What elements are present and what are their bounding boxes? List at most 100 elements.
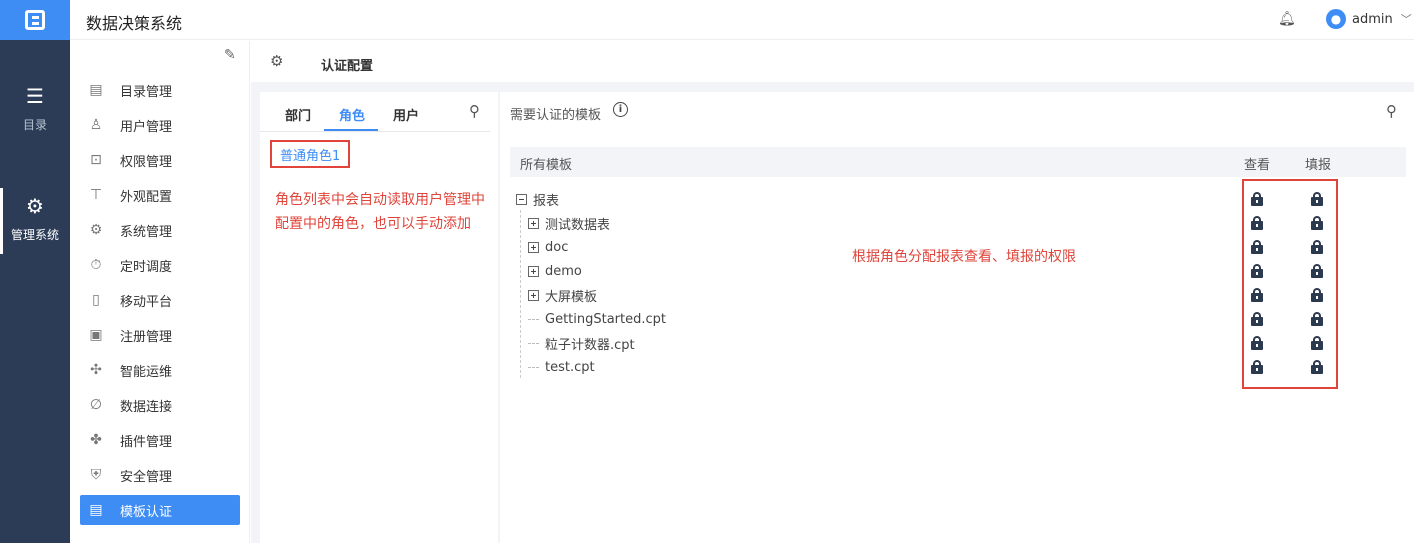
menu-item-label: 安全管理 [120, 469, 173, 485]
tree-node-folder[interactable]: demo [528, 259, 582, 283]
brush-icon: ⊤ [89, 187, 103, 203]
list-icon: ☰ [26, 84, 44, 108]
menu-item-ops[interactable]: ✣ 智能运维 [80, 355, 240, 385]
menu-item-label: 外观配置 [120, 189, 173, 205]
tab-user[interactable]: 用户 [393, 105, 419, 124]
menu-item-label: 目录管理 [120, 84, 173, 100]
search-icon[interactable]: ⚲ [469, 102, 480, 120]
tree-node-label: 粒子计数器.cpt [545, 337, 635, 353]
tree-node-file[interactable]: 粒子计数器.cpt [528, 331, 635, 355]
tree-node-folder[interactable]: doc [528, 235, 568, 259]
tree-node-label: GettingStarted.cpt [545, 311, 667, 327]
expand-icon[interactable] [528, 241, 539, 253]
menu-item-register[interactable]: ▣ 注册管理 [80, 320, 240, 350]
menu-item-catalog[interactable]: ▤ 目录管理 [80, 75, 240, 105]
gear-icon: ⚙ [270, 52, 284, 70]
fill-lock-icon[interactable] [1311, 192, 1323, 206]
logo-mark-icon [25, 10, 45, 30]
lock-icon: ⊡ [90, 152, 102, 168]
tree-node-label: demo [545, 263, 582, 279]
tree-node-folder[interactable]: 大屏模板 [528, 283, 597, 307]
column-header-fill: 填报 [1305, 158, 1332, 173]
role-annotation: 角色列表中会自动读取用户管理中 配置中的角色，也可以手动添加 [275, 188, 485, 236]
menu-item-mobile[interactable]: ▯ 移动平台 [80, 285, 240, 315]
collapse-icon[interactable] [516, 193, 527, 205]
content-header: ⚙ 认证配置 [251, 41, 1414, 82]
tab-department[interactable]: 部门 [285, 105, 311, 124]
info-icon[interactable]: i [613, 102, 628, 117]
username: admin [1352, 11, 1393, 27]
fill-lock-icon[interactable] [1311, 312, 1323, 326]
user-menu[interactable]: ● admin ﹀ [1326, 9, 1412, 29]
tree-connector [528, 342, 539, 344]
view-lock-icon[interactable] [1251, 192, 1263, 206]
app-title: 数据决策系统 [86, 14, 183, 33]
role-panel: 部门 角色 用户 ⚲ 普通角色1 角色列表中会自动读取用户管理中 配置中的角色，… [260, 92, 498, 543]
menu-item-label: 数据连接 [120, 399, 173, 415]
tree-node-label: 大屏模板 [545, 289, 598, 305]
menu-item-label: 权限管理 [120, 154, 173, 170]
rail-item-admin-system[interactable]: ⚙ 管理系统 [0, 188, 70, 254]
menu-item-plugins[interactable]: ✤ 插件管理 [80, 425, 240, 455]
tree-connector [528, 366, 539, 368]
menu-item-label: 系统管理 [120, 224, 173, 240]
view-lock-icon[interactable] [1251, 360, 1263, 374]
app-logo[interactable] [0, 0, 70, 40]
role-item[interactable]: 普通角色1 [270, 140, 351, 168]
mobile-icon: ▯ [92, 292, 100, 308]
plugin-icon: ✤ [90, 432, 102, 448]
template-panel-title: 需要认证的模板 [510, 108, 602, 123]
menu-item-label: 用户管理 [120, 119, 173, 135]
view-lock-icon[interactable] [1251, 312, 1263, 326]
view-lock-icon[interactable] [1251, 216, 1263, 230]
tree-node-label: doc [545, 239, 569, 255]
link-icon: ∅ [89, 397, 103, 413]
menu-item-schedule[interactable]: ⏱ 定时调度 [80, 250, 240, 280]
menu-item-template-auth[interactable]: ▤ 模板认证 [80, 495, 240, 525]
fill-lock-icon[interactable] [1311, 288, 1323, 302]
menu-item-label: 注册管理 [120, 329, 173, 345]
menu-item-system[interactable]: ⚙ 系统管理 [80, 215, 240, 245]
catalog-icon: ▤ [89, 82, 103, 98]
menu-item-label: 移动平台 [120, 294, 173, 310]
template-icon: ▤ [89, 502, 103, 518]
avatar: ● [1326, 9, 1346, 29]
tree-node-folder[interactable]: 测试数据表 [528, 211, 610, 235]
tab-role[interactable]: 角色 [339, 105, 365, 124]
annotation-line: 配置中的角色，也可以手动添加 [275, 216, 471, 232]
user-icon: ♙ [89, 117, 103, 133]
fill-lock-icon[interactable] [1311, 240, 1323, 254]
menu-item-permissions[interactable]: ⊡ 权限管理 [80, 145, 240, 175]
expand-icon[interactable] [528, 289, 539, 301]
tree-node-file[interactable]: test.cpt [528, 355, 595, 379]
fill-lock-icon[interactable] [1311, 264, 1323, 278]
pin-icon[interactable]: ✎ [224, 47, 236, 63]
network-icon: ✣ [90, 362, 102, 378]
tree-node-label: 报表 [533, 193, 560, 209]
expand-icon[interactable] [528, 265, 539, 277]
view-lock-icon[interactable] [1251, 240, 1263, 254]
bell-icon[interactable]: 🔔︎ [1278, 11, 1296, 27]
fill-lock-icon[interactable] [1311, 216, 1323, 230]
rail-item-label: 管理系统 [10, 228, 59, 242]
rail-item-catalog[interactable]: ☰ 目录 [0, 84, 70, 144]
expand-icon[interactable] [528, 217, 539, 229]
view-lock-icon[interactable] [1251, 288, 1263, 302]
view-lock-icon[interactable] [1251, 336, 1263, 350]
menu-item-users[interactable]: ♙ 用户管理 [80, 110, 240, 140]
shield-icon: ⛨ [90, 467, 102, 483]
view-lock-icon[interactable] [1251, 264, 1263, 278]
search-icon[interactable]: ⚲ [1386, 102, 1397, 120]
app-rail: ☰ 目录 ⚙ 管理系统 [0, 0, 70, 543]
fill-lock-icon[interactable] [1311, 360, 1323, 374]
menu-item-security[interactable]: ⛨ 安全管理 [80, 460, 240, 490]
tree-node-file[interactable]: GettingStarted.cpt [528, 307, 666, 331]
fill-lock-icon[interactable] [1311, 336, 1323, 350]
permission-annotation: 根据角色分配报表查看、填报的权限 [852, 249, 1076, 265]
menu-item-appearance[interactable]: ⊤ 外观配置 [80, 180, 240, 210]
table-header: 所有模板 查看 填报 [510, 147, 1406, 177]
menu-item-label: 智能运维 [120, 364, 173, 380]
menu-item-data-connection[interactable]: ∅ 数据连接 [80, 390, 240, 420]
top-bar: 数据决策系统 🔔︎ ● admin ﹀ [70, 0, 1414, 40]
tree-node-root[interactable]: 报表 [516, 187, 559, 211]
